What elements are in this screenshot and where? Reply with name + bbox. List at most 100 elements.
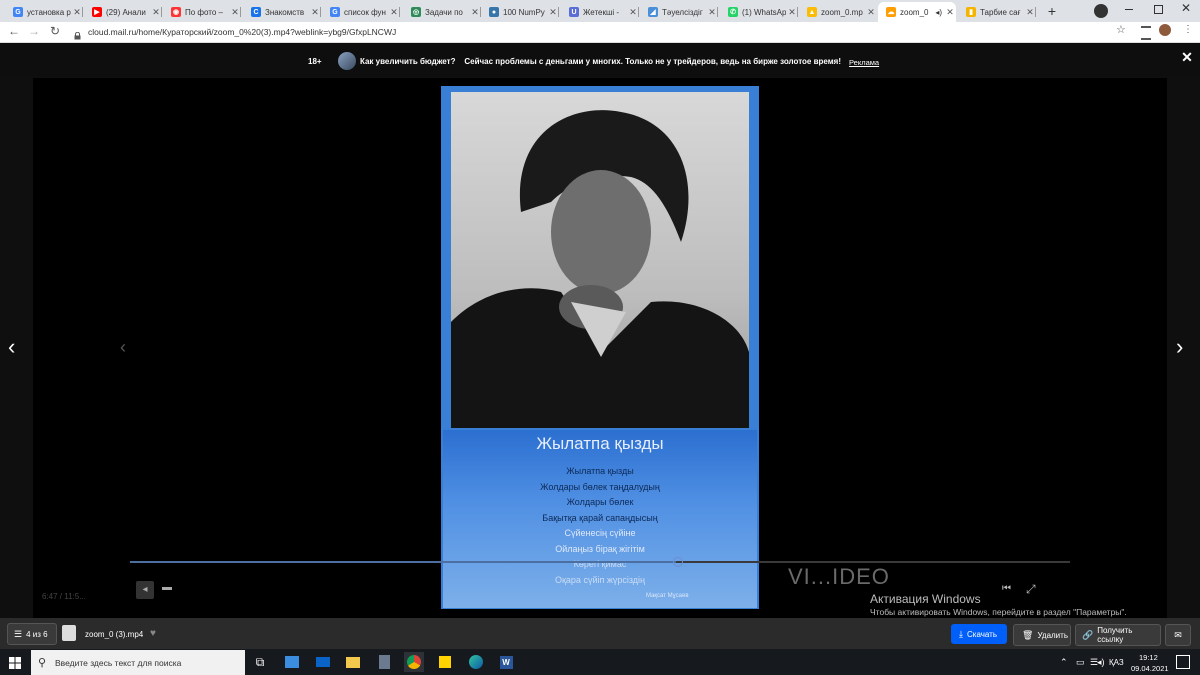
tab-close-icon[interactable]: ✕ [865, 7, 877, 18]
get-link-label: Получить ссылку [1097, 626, 1133, 644]
download-button[interactable]: ⤓ Скачать [951, 624, 1007, 644]
mail-cloud-icon: ☁ [886, 7, 896, 17]
tab-title: (29) Анали [106, 7, 146, 17]
tray-language[interactable]: ҚАЗ [1109, 658, 1124, 667]
forward-icon[interactable]: → [28, 24, 42, 38]
browser-tab[interactable]: ☁ zoom_0 ◂) ✕ [878, 2, 956, 22]
delete-label: Удалить [1037, 630, 1068, 640]
chrome-icon[interactable] [404, 652, 424, 672]
close-viewer-icon[interactable]: ✕ [1180, 50, 1194, 64]
prev-file-arrow-icon[interactable]: ‹ [8, 336, 24, 358]
browser-tab[interactable]: ▶ (29) Анали ✕ [84, 2, 162, 22]
reload-icon[interactable]: ↻ [50, 24, 64, 38]
taskbar-search-placeholder[interactable]: Введите здесь текст для поиска [55, 658, 181, 668]
file-name: zoom_0 (3).mp4 [85, 630, 144, 639]
browser-tab[interactable]: ▮ Тарбие сағ ✕ [958, 2, 1036, 22]
bookmark-star-icon[interactable]: ☆ [1116, 24, 1128, 36]
video-progress-thumb[interactable] [673, 557, 683, 567]
ad-text[interactable]: Как увеличить бюджет? Сейчас проблемы с … [360, 57, 841, 66]
google-icon: G [13, 7, 23, 17]
extensions-icon[interactable] [1141, 26, 1151, 40]
google-icon: G [330, 7, 340, 17]
windows-activation-subtitle: Чтобы активировать Windows, перейдите в … [870, 607, 1127, 617]
chrome-menu-icon[interactable]: ⋮ [1183, 23, 1193, 37]
browser-tab[interactable]: U Жетекші - ✕ [561, 2, 639, 22]
browser-tab[interactable]: ✆ (1) WhatsAp ✕ [720, 2, 798, 22]
browser-tab[interactable]: ◎ Задачи по ✕ [403, 2, 481, 22]
google-drive-icon: ▲ [807, 7, 817, 17]
tab-separator [399, 7, 400, 17]
tab-separator [638, 7, 639, 17]
tray-volume-icon[interactable]: ◂) [1097, 657, 1105, 668]
c-icon-icon: C [251, 7, 261, 17]
back-icon[interactable]: ← [8, 24, 22, 38]
browser-tab[interactable]: Gустановка р ✕ [5, 2, 83, 22]
tab-separator [797, 7, 798, 17]
tray-chevron-icon[interactable]: ⌃ [1060, 657, 1068, 668]
minimize-button[interactable] [1125, 9, 1133, 10]
tab-separator [320, 7, 321, 17]
tab-title: Тарбие сағ [980, 7, 1021, 17]
edge-icon[interactable] [466, 652, 486, 672]
favorite-heart-icon[interactable]: ♥ [150, 628, 156, 639]
tab-title: zoom_0.mp [821, 7, 863, 17]
ad-avatar [338, 52, 356, 70]
profile-avatar[interactable] [1159, 24, 1171, 36]
poster-line: Жолдары бөлек [566, 497, 634, 507]
video-progress-fill [130, 561, 676, 563]
browser-tab[interactable]: ◉ По фото – ✕ [163, 2, 241, 22]
mail-app-icon[interactable] [313, 652, 333, 672]
sticky-notes-icon[interactable] [435, 652, 455, 672]
file-list-button[interactable]: ☰ 4 из 6 [7, 623, 57, 645]
tab-audio-icon[interactable]: ◂) [935, 8, 942, 17]
tab-title: Жетекші - [583, 7, 620, 17]
whatsapp-icon: ✆ [728, 7, 738, 17]
action-center-icon[interactable] [1176, 655, 1190, 669]
tab-separator [161, 7, 162, 17]
poster-line: Жылатпа қызды [566, 466, 634, 476]
volume-icon[interactable]: ◂ [136, 581, 154, 599]
poster-lines: Жылатпа қызды Жолдары бөлек таңдалудың Жол… [443, 464, 757, 588]
browser-tab[interactable]: ◢ Тәуелсіздіг ✕ [640, 2, 718, 22]
fullscreen-icon[interactable]: ⤢ [1026, 583, 1038, 595]
poster-line: Сүйенесің сүйіне [564, 528, 636, 538]
taskbar-search-icon: ⚲ [38, 657, 47, 669]
tab-close-icon[interactable]: ✕ [944, 7, 956, 18]
poster-author: Мақсат Мұсаев [646, 593, 689, 599]
store-icon[interactable] [282, 652, 302, 672]
skip-icon[interactable]: ⏮ [1002, 583, 1014, 595]
tray-date[interactable]: 09.04.2021 [1131, 664, 1169, 673]
word-icon[interactable]: W [496, 652, 516, 672]
delete-button[interactable]: 🗑 Удалить [1013, 624, 1071, 646]
tray-network-icon[interactable]: ▭ [1076, 657, 1085, 668]
windows-start-icon[interactable] [9, 656, 21, 669]
poster-line: Жолдары бөлек таңдалудың [540, 481, 660, 492]
poster-title: Жылатпа қызды [536, 434, 664, 453]
tab-title: Знакомств [265, 7, 305, 17]
email-share-button[interactable]: ✉ [1165, 624, 1191, 646]
close-window-button[interactable]: ✕ [1180, 1, 1192, 15]
tab-search-icon[interactable] [1094, 4, 1108, 18]
file-counter: 4 из 6 [26, 629, 48, 639]
browser-tab[interactable]: Gсписок фун ✕ [322, 2, 400, 22]
browser-tab[interactable]: ▲ zoom_0.mp ✕ [799, 2, 877, 22]
task-view-icon[interactable]: ⧉ [250, 652, 270, 672]
maximize-button[interactable] [1154, 5, 1163, 14]
browser-tab[interactable]: C Знакомств ✕ [243, 2, 321, 22]
lock-icon [74, 27, 81, 40]
tab-title: установка р [27, 7, 71, 17]
download-label: Скачать [966, 629, 997, 639]
video-file-icon [62, 625, 76, 641]
url-field[interactable]: cloud.mail.ru/home/Кураторский/zoom_0%20… [88, 26, 788, 38]
browser-tab[interactable]: ● 100 NumPy ✕ [481, 2, 559, 22]
file-explorer-icon[interactable] [343, 652, 363, 672]
tray-time[interactable]: 19:12 [1139, 653, 1158, 662]
calculator-icon[interactable] [374, 652, 394, 672]
next-file-arrow-icon[interactable]: › [1176, 336, 1192, 358]
new-tab-button[interactable]: + [1044, 3, 1060, 19]
get-link-button[interactable]: 🔗 Получить ссылку [1075, 624, 1161, 646]
python-icon: ● [489, 7, 499, 17]
link-icon: 🔗 [1082, 629, 1094, 640]
subtitles-icon[interactable]: ▬ [162, 582, 174, 594]
ad-label-link[interactable]: Реклама [849, 58, 879, 67]
